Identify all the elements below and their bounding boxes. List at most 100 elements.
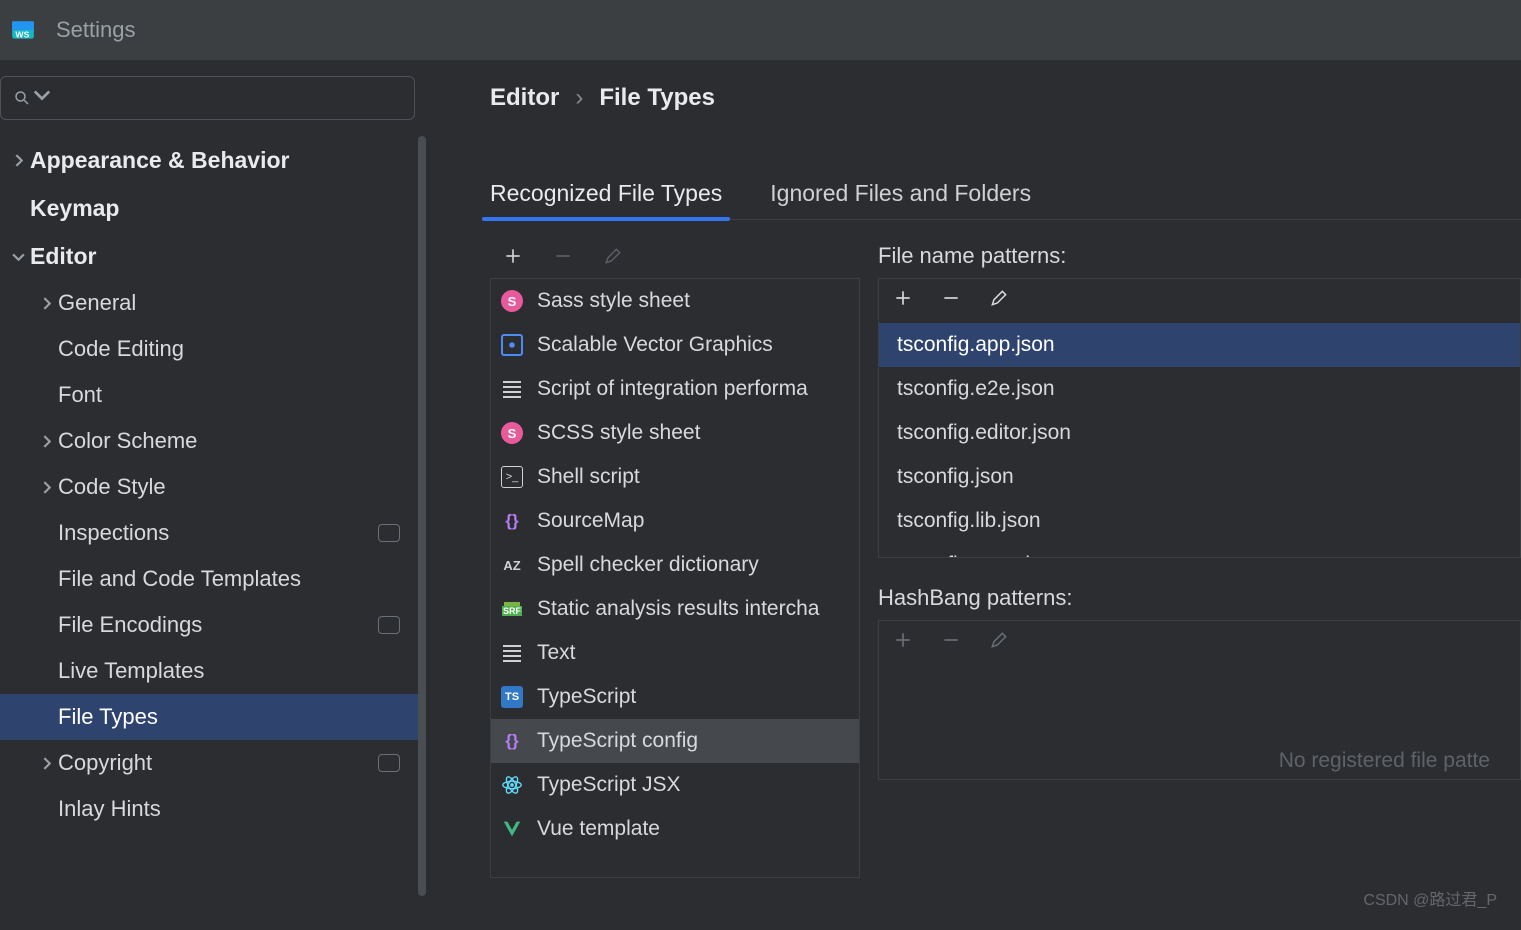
filename-patterns-list[interactable]: tsconfig.app.jsontsconfig.e2e.jsontsconf… [879, 323, 1520, 558]
svg-icon [501, 334, 523, 356]
sidebar-search-input[interactable] [0, 76, 415, 120]
sass-icon: S [501, 422, 523, 444]
sidebar-item-general[interactable]: General [0, 280, 418, 326]
file-types-list[interactable]: S Sass style sheet Scalable Vector Graphic… [490, 278, 860, 878]
sidebar-scrollbar[interactable] [418, 136, 426, 896]
breadcrumb-leaf: File Types [599, 84, 715, 112]
file-type-label: Text [537, 641, 576, 665]
file-types-panel: S Sass style sheet Scalable Vector Graphic… [490, 234, 860, 878]
file-type-label: Shell script [537, 465, 640, 489]
sidebar-item-label: General [58, 290, 136, 316]
sidebar-item-font[interactable]: Font [0, 372, 418, 418]
file-type-row[interactable]: SRF Static analysis results intercha [491, 587, 859, 631]
file-type-row[interactable]: {}SourceMap [491, 499, 859, 543]
file-type-row[interactable]: Text [491, 631, 859, 675]
search-icon [13, 89, 31, 107]
sidebar-item-code-style[interactable]: Code Style [0, 464, 418, 510]
breadcrumb-root: Editor [490, 84, 559, 112]
sidebar-item-label: Inlay Hints [58, 796, 161, 822]
filename-pattern-row[interactable]: tsconfig.app.json [879, 323, 1520, 367]
filename-pattern-row[interactable]: tsconfig.json [879, 455, 1520, 499]
file-type-label: Static analysis results intercha [537, 597, 819, 621]
hashbang-empty-text: No registered file patte [1279, 749, 1490, 773]
window-title: Settings [56, 17, 136, 43]
sidebar-item-label: Code Editing [58, 336, 184, 362]
lines-icon [501, 642, 523, 664]
add-icon[interactable] [893, 288, 913, 314]
sidebar-item-label: Copyright [58, 750, 152, 776]
srf-icon: SRF [501, 598, 523, 620]
chevron-right-icon [34, 481, 58, 494]
filename-pattern-row[interactable]: tsconfig.e2e.json [879, 367, 1520, 411]
sidebar-item-copyright[interactable]: Copyright [0, 740, 418, 786]
sidebar-item-label: Appearance & Behavior [30, 147, 289, 174]
file-type-row[interactable]: Vue template [491, 807, 859, 851]
sidebar-item-live-templates[interactable]: Live Templates [0, 648, 418, 694]
sidebar-item-file-and-code-templates[interactable]: File and Code Templates [0, 556, 418, 602]
remove-icon[interactable] [941, 288, 961, 314]
sidebar-item-inspections[interactable]: Inspections [0, 510, 418, 556]
content-area: Editor › File Types Recognized File Type… [430, 60, 1521, 930]
filename-pattern-row[interactable]: tsconfig.spec.json [879, 543, 1520, 558]
tabs: Recognized File Types Ignored Files and F… [490, 172, 1521, 220]
watermark: CSDN @路过君_P [1363, 886, 1497, 910]
sidebar-item-label: Font [58, 382, 102, 408]
sidebar-item-label: Color Scheme [58, 428, 197, 454]
file-type-row[interactable]: TSTypeScript [491, 675, 859, 719]
sass-icon: S [501, 290, 523, 312]
breadcrumb: Editor › File Types [490, 84, 1521, 112]
file-type-row[interactable]: {} TypeScript config [491, 719, 859, 763]
chevron-down-icon [33, 86, 51, 110]
remove-icon[interactable] [552, 245, 574, 267]
file-type-row[interactable]: Script of integration performa [491, 367, 859, 411]
file-type-label: TypeScript JSX [537, 773, 681, 797]
ts-icon: TS [501, 686, 523, 708]
hashbang-patterns-box: No registered file patte [878, 620, 1521, 780]
hashbang-patterns-label: HashBang patterns: [878, 576, 1521, 620]
sidebar-item-file-types[interactable]: File Types [0, 694, 418, 740]
braces-icon: {} [501, 730, 523, 752]
sidebar-item-label: File Encodings [58, 612, 202, 638]
filename-pattern-row[interactable]: tsconfig.lib.json [879, 499, 1520, 543]
file-type-label: TypeScript config [537, 729, 698, 753]
file-type-label: Sass style sheet [537, 289, 690, 313]
sidebar-item-code-editing[interactable]: Code Editing [0, 326, 418, 372]
titlebar: WS Settings [0, 0, 1521, 60]
tab-recognized-file-types[interactable]: Recognized File Types [490, 172, 722, 219]
edit-icon[interactable] [989, 288, 1009, 314]
sidebar-item-appearance-behavior[interactable]: Appearance & Behavior [0, 136, 418, 184]
add-icon[interactable] [502, 245, 524, 267]
react-icon [501, 774, 523, 796]
sidebar-item-label: Code Style [58, 474, 166, 500]
file-type-row[interactable]: TypeScript JSX [491, 763, 859, 807]
edit-icon[interactable] [989, 630, 1009, 656]
hashbang-patterns-toolbar [879, 621, 1520, 665]
sidebar-item-keymap[interactable]: Keymap [0, 184, 418, 232]
file-type-label: Scalable Vector Graphics [537, 333, 773, 357]
svg-text:WS: WS [15, 30, 29, 40]
file-type-row[interactable]: >_ Shell script [491, 455, 859, 499]
filename-patterns-label: File name patterns: [878, 234, 1521, 278]
sidebar-item-editor[interactable]: Editor [0, 232, 418, 280]
edit-icon[interactable] [602, 245, 624, 267]
sidebar-item-file-encodings[interactable]: File Encodings [0, 602, 418, 648]
sidebar-item-color-scheme[interactable]: Color Scheme [0, 418, 418, 464]
file-type-row[interactable]: Scalable Vector Graphics [491, 323, 859, 367]
file-type-row[interactable]: S Sass style sheet [491, 279, 859, 323]
sidebar-item-inlay-hints[interactable]: Inlay Hints [0, 786, 418, 832]
tab-ignored-files-and-folders[interactable]: Ignored Files and Folders [770, 172, 1031, 219]
file-type-row[interactable]: AZSpell checker dictionary [491, 543, 859, 587]
file-type-row[interactable]: SSCSS style sheet [491, 411, 859, 455]
project-scheme-badge [378, 524, 400, 542]
chevron-down-icon [6, 252, 30, 261]
chevron-right-icon [34, 297, 58, 310]
lines-icon [501, 378, 523, 400]
vue-icon [501, 818, 523, 840]
shell-icon: >_ [501, 466, 523, 488]
filename-pattern-row[interactable]: tsconfig.editor.json [879, 411, 1520, 455]
app-icon: WS [10, 17, 36, 43]
add-icon[interactable] [893, 630, 913, 656]
az-icon: AZ [501, 554, 523, 576]
project-scheme-badge [378, 616, 400, 634]
remove-icon[interactable] [941, 630, 961, 656]
